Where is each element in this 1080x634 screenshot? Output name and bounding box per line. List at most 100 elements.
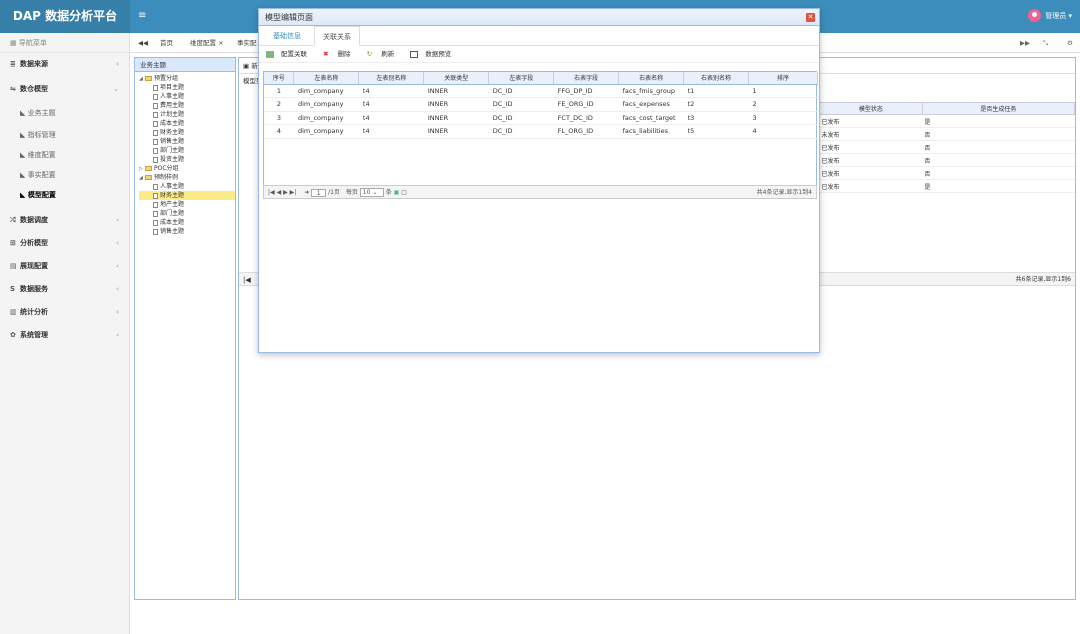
tree-node[interactable]: 地产主题 [153, 200, 235, 209]
tab-relations[interactable]: 关联关系 [314, 26, 360, 46]
tree-node[interactable]: 人事主题 [153, 182, 235, 191]
tree-node[interactable]: 投资主题 [153, 155, 235, 164]
refresh-icon[interactable]: ▣ [394, 189, 400, 196]
model-edit-dialog: 模型编辑页面 ✕ 基础信息 关联关系 配置关联 ✖ 删除 ↻ 刷新 数据预览 序… [258, 8, 820, 353]
column-header[interactable]: 左表别名称 [358, 72, 425, 85]
user-menu[interactable]: 管理员 ▾ [1028, 9, 1072, 22]
column-header[interactable]: 右表名称 [618, 72, 685, 85]
goto-page-icon[interactable]: ➜ [304, 189, 309, 196]
gear-icon: ✿ [10, 331, 16, 339]
add-button[interactable]: ▣ 新 [243, 62, 258, 70]
sidebar-sub-dimension-config[interactable]: ◣ 维度配置 [0, 145, 129, 165]
sidebar-item-warehouse-model[interactable]: ⇋ 数仓模型 ⌄ [0, 76, 129, 102]
table-row[interactable]: 已发布否 [819, 140, 1075, 154]
tab-dimension-config[interactable]: 维度配置 × [190, 33, 224, 53]
sidebar-sub-model-config[interactable]: ◣ 模型配置 [0, 185, 129, 205]
pager-info: 共4条记录,显示1到4 [756, 189, 812, 196]
table-row[interactable]: 4 dim_company t4 INNER DC_ID FL_ORG_ID facs_li… [264, 124, 818, 139]
shuffle-icon: ⤮ [10, 216, 16, 224]
document-icon [153, 228, 158, 235]
table-row[interactable]: 3 dim_company t4 INNER DC_ID FCT_DC_ID facs_co… [264, 111, 818, 125]
refresh-button[interactable]: ↻ 刷新 [367, 50, 402, 58]
user-name: 管理员 ▾ [1045, 11, 1072, 20]
next-page-icon[interactable]: ▶ [283, 189, 288, 196]
relation-pager: |◀ ◀ ▶ ▶| ➜ 1 /1页 每页 10 ⌄ 条 ▣ ▢ 共4条记录,显示… [263, 185, 817, 199]
tree-node[interactable]: 项目主题 [153, 83, 235, 92]
column-header[interactable]: 右表别名称 [683, 72, 750, 85]
sidebar-item-display-config[interactable]: ▤ 展现配置 ‹ [0, 255, 129, 278]
data-preview-button[interactable]: 数据预览 [410, 50, 458, 58]
tab-scroll-right-icon[interactable]: ▶▶ [1020, 33, 1030, 53]
tree-node[interactable]: 计划主题 [153, 110, 235, 119]
sidebar-item-system-manage[interactable]: ✿ 系统管理 ‹ [0, 324, 129, 347]
configure-relation-button[interactable]: 配置关联 [266, 50, 314, 58]
dialog-tabs: 基础信息 关联关系 [259, 26, 819, 46]
column-header[interactable]: 右表字段 [553, 72, 620, 85]
table-row[interactable]: 1 dim_company t4 INNER DC_ID FFG_DP_ID facs_fm… [264, 84, 818, 98]
table-icon [266, 50, 274, 58]
tree-node-root[interactable]: ◢ 预置分组 [139, 74, 235, 83]
tree-node-sample[interactable]: ◢ 预制样例 [139, 173, 235, 182]
close-icon[interactable]: ✕ [806, 13, 815, 22]
tab-scroll-left-icon[interactable]: ◀◀ [138, 33, 148, 53]
tree-node-poc[interactable]: ▷ POC分组 [139, 164, 235, 173]
delete-icon: ✖ [323, 50, 329, 58]
tree-node[interactable]: 财务主题 [153, 128, 235, 137]
column-header[interactable]: 序号 [264, 72, 295, 85]
sidebar-sub-metric-manage[interactable]: ◣ 指标管理 [0, 125, 129, 145]
page-size-select[interactable]: 10 ⌄ [359, 188, 384, 197]
app-title[interactable]: DAP 数据分析平台 [0, 0, 130, 33]
tree-node[interactable]: 部门主题 [153, 209, 235, 218]
column-header[interactable]: 是否生成任务 [921, 102, 1076, 115]
preview-icon [410, 50, 419, 58]
table-row[interactable]: 已发布是 [819, 179, 1075, 193]
table-row[interactable]: 2 dim_company t4 INNER DC_ID FE_ORG_ID facs_ex… [264, 97, 818, 112]
tree-node[interactable]: 费用主题 [153, 101, 235, 110]
table-row[interactable]: 已发布否 [819, 153, 1075, 167]
user-avatar-icon [1028, 9, 1042, 22]
sidebar-item-statistics[interactable]: ▥ 统计分析 ‹ [0, 301, 129, 324]
sidebar-item-data-source[interactable]: ≣ 数据来源 ‹ [0, 53, 129, 76]
table-row[interactable]: 已发布否 [819, 166, 1075, 180]
first-page-icon[interactable]: |◀ [243, 273, 251, 287]
settings-icon[interactable]: ⚙ [1067, 33, 1073, 53]
prev-page-icon[interactable]: ◀ [277, 189, 282, 196]
tree-node[interactable]: 部门主题 [153, 146, 235, 155]
tree-node[interactable]: 成本主题 [153, 119, 235, 128]
table-row[interactable]: 未发布否 [819, 127, 1075, 141]
sidebar-item-data-schedule[interactable]: ⤮ 数据调度 ‹ [0, 209, 129, 232]
table-row[interactable]: 已发布是 [819, 114, 1075, 128]
sidebar-item-analysis-model[interactable]: ⊞ 分析模型 ‹ [0, 232, 129, 255]
sidebar-item-data-service[interactable]: S 数据服务 ‹ [0, 278, 129, 301]
sidebar-sub-business-topic[interactable]: ◣ 业务主题 [0, 102, 129, 125]
tree-node[interactable]: 销售主题 [153, 227, 235, 236]
tab-fact-config[interactable]: 事实配 [237, 33, 257, 53]
tab-basic-info[interactable]: 基础信息 [265, 26, 309, 46]
first-page-icon[interactable]: |◀ [268, 189, 275, 196]
column-header[interactable]: 关联类型 [423, 72, 490, 85]
page-total: /1页 [328, 189, 340, 196]
tree-node[interactable]: 人事主题 [153, 92, 235, 101]
export-icon[interactable]: ▢ [401, 189, 407, 196]
document-icon [153, 147, 158, 154]
sidebar-sub-fact-config[interactable]: ◣ 事实配置 [0, 165, 129, 185]
nav-header: ▦ 导航菜单 [0, 33, 129, 53]
column-header[interactable]: 左表字段 [488, 72, 555, 85]
delete-button[interactable]: ✖ 删除 [323, 50, 358, 58]
document-icon [153, 156, 158, 163]
tree-node[interactable]: 销售主题 [153, 137, 235, 146]
folder-icon [145, 166, 152, 171]
last-page-icon[interactable]: ▶| [290, 189, 297, 196]
document-icon [153, 120, 158, 127]
document-icon [153, 219, 158, 226]
column-header[interactable]: 左表名称 [293, 72, 360, 85]
tree-node[interactable]: 成本主题 [153, 218, 235, 227]
tree-node-selected[interactable]: 财务主题 [139, 191, 235, 200]
page-number-input[interactable]: 1 [311, 188, 327, 197]
document-icon [153, 102, 158, 109]
column-header[interactable]: 模型状态 [819, 102, 923, 115]
tab-home[interactable]: 首页 [160, 33, 173, 53]
fullscreen-icon[interactable]: ⤡ [1043, 33, 1048, 53]
menu-toggle-icon[interactable]: ≡ [138, 10, 146, 21]
column-header[interactable]: 排序 [748, 72, 818, 85]
